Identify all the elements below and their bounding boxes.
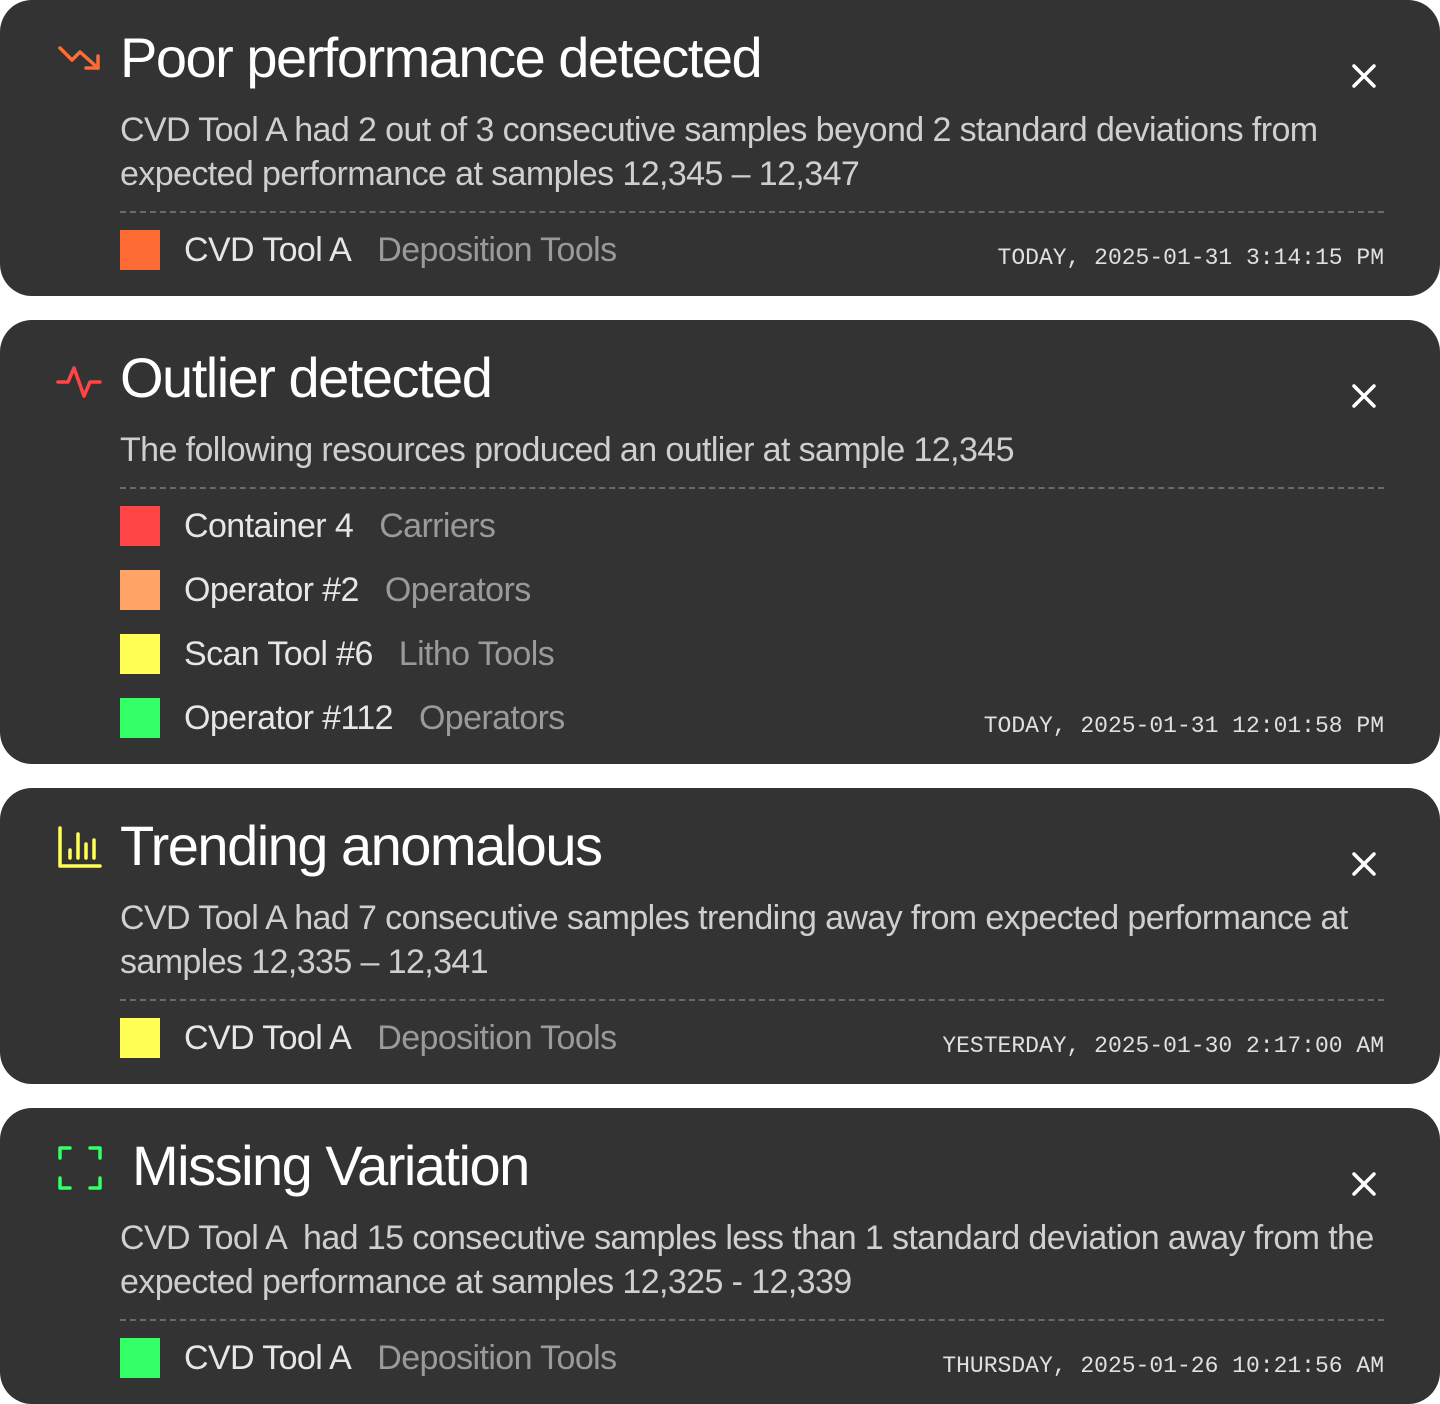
resource-color-swatch	[120, 634, 160, 674]
resource-item: CVD Tool A Deposition Tools	[120, 1016, 617, 1060]
resource-name: Operator #112	[184, 699, 394, 737]
divider	[120, 999, 1384, 1001]
resource-name: Container 4	[184, 507, 354, 545]
resource-group: Deposition Tools	[377, 1339, 617, 1377]
alert-description: CVD Tool A had 2 out of 3 consecutive sa…	[120, 111, 1318, 193]
resource-color-swatch	[120, 570, 160, 610]
resource-color-swatch	[120, 698, 160, 738]
resource-group: Deposition Tools	[377, 231, 617, 269]
resource-name: CVD Tool A	[184, 1339, 352, 1377]
alert-timestamp: TODAY, 2025-01-31 12:01:58 PM	[983, 713, 1384, 739]
alert-card-trending-anomalous: Trending anomalous CVD Tool A had 7 cons…	[0, 788, 1440, 1084]
resource-name: Scan Tool #6	[184, 635, 373, 673]
resource-group: Deposition Tools	[377, 1019, 617, 1057]
resource-item: Operator #112 Operators	[120, 696, 565, 740]
resource-item: CVD Tool A Deposition Tools	[120, 228, 617, 272]
alert-title: Poor performance detected	[120, 26, 763, 89]
alert-description: CVD Tool A had 7 consecutive samples tre…	[120, 899, 1348, 981]
resource-item: CVD Tool A Deposition Tools	[120, 1336, 617, 1380]
close-button[interactable]	[1340, 840, 1388, 888]
resource-item: Container 4 Carriers	[120, 504, 496, 548]
alert-description: The following resources produced an outl…	[120, 431, 1014, 469]
alert-title: Outlier detected	[120, 346, 493, 409]
close-button[interactable]	[1340, 52, 1388, 100]
resource-group: Carriers	[379, 507, 496, 545]
resource-color-swatch	[120, 1338, 160, 1378]
resource-color-swatch	[120, 506, 160, 546]
divider	[120, 1319, 1384, 1321]
divider	[120, 211, 1384, 213]
alert-title: Missing Variation	[132, 1134, 530, 1197]
resource-item: Operator #2 Operators	[120, 568, 531, 612]
alert-card-poor-performance: Poor performance detected CVD Tool A had…	[0, 0, 1440, 296]
resource-name: Operator #2	[184, 571, 359, 609]
alert-card-missing-variation: Missing Variation CVD Tool A had 15 cons…	[0, 1108, 1440, 1404]
resource-color-swatch	[120, 230, 160, 270]
resource-item: Scan Tool #6 Litho Tools	[120, 632, 555, 676]
resource-name: CVD Tool A	[184, 1019, 352, 1057]
alert-card-outlier: Outlier detected The following resources…	[0, 320, 1440, 764]
resource-group: Operators	[418, 699, 565, 737]
resource-group: Litho Tools	[398, 635, 555, 673]
alert-timestamp: TODAY, 2025-01-31 3:14:15 PM	[997, 245, 1384, 271]
alert-timestamp: YESTERDAY, 2025-01-30 2:17:00 AM	[942, 1033, 1384, 1059]
resource-group: Operators	[384, 571, 531, 609]
alert-title: Trending anomalous	[120, 814, 603, 877]
divider	[120, 487, 1384, 489]
resource-name: CVD Tool A	[184, 231, 352, 269]
bar-chart-icon	[56, 824, 104, 872]
resource-color-swatch	[120, 1018, 160, 1058]
close-button[interactable]	[1340, 372, 1388, 420]
trending-down-icon	[56, 36, 104, 84]
pulse-icon	[56, 356, 104, 404]
focus-frame-icon	[56, 1144, 104, 1192]
alert-timestamp: THURSDAY, 2025-01-26 10:21:56 AM	[942, 1353, 1384, 1379]
alert-description: CVD Tool A had 15 consecutive samples le…	[120, 1219, 1383, 1301]
close-button[interactable]	[1340, 1160, 1388, 1208]
